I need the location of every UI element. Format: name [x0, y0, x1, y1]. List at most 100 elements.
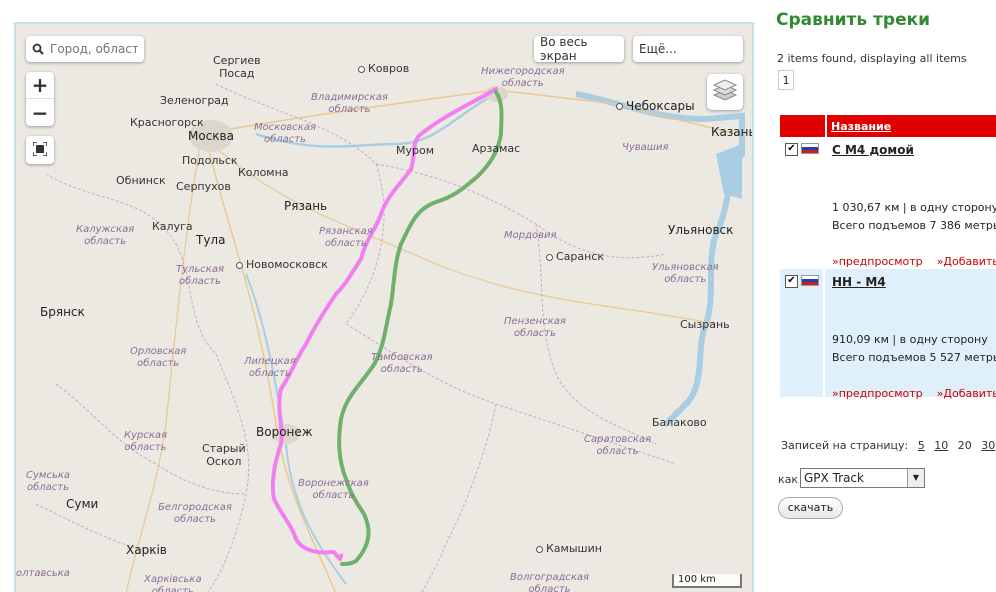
label-sumy-region: Сумська область — [26, 470, 71, 493]
label-saransk: Саранск — [546, 250, 604, 263]
label-kursk-region: Курская область — [124, 430, 168, 453]
label-moscow-region: Московская область — [254, 122, 316, 145]
label-vladimir-region: Владимирская область — [311, 92, 388, 115]
table-row: ✔ НН - М4 910,09 км | в одну сторону Все… — [780, 269, 996, 401]
zoom-in-button[interactable]: + — [26, 72, 54, 99]
track-links: »предпросмотр »Добавить — [832, 255, 996, 268]
label-penza-region: Пензенская область — [504, 316, 566, 339]
label-balakovo: Балаково — [652, 416, 707, 429]
map-view[interactable]: Сергиев Посад Ковров Нижегородская облас… — [14, 22, 754, 592]
per-page-option-30[interactable]: 30 — [981, 439, 995, 452]
per-page-option-20[interactable]: 20 — [958, 439, 972, 452]
region-borders — [35, 83, 677, 592]
items-found-text: 2 items found, displaying all items — [777, 52, 967, 65]
preview-link[interactable]: »предпросмотр — [832, 387, 923, 400]
track-name-link[interactable]: С М4 домой — [832, 143, 914, 157]
label-stary-oskol: Старый Оскол — [202, 442, 246, 468]
label-tambov-region: Тамбовская область — [371, 352, 433, 375]
more-label: Ещё... — [639, 42, 677, 56]
track-distance: 1 030,67 км | в одну сторону — [832, 201, 996, 214]
chevron-down-icon: ▼ — [907, 469, 924, 487]
layers-button[interactable] — [707, 74, 743, 110]
track-climb: Всего подъемов 5 527 метры — [832, 351, 996, 364]
per-page-selector: Записей на страницу: 5 10 20 30 40 — [781, 439, 996, 452]
label-novomoskovsk: Новомосковск — [236, 258, 328, 271]
page-number-button[interactable]: 1 — [778, 70, 794, 90]
label-kazan: Казань — [711, 125, 754, 139]
label-kharkiv: Харків — [126, 543, 167, 557]
track-links: »предпросмотр »Добавить — [832, 387, 996, 400]
label-kharkiv-region: Харківська область — [144, 574, 202, 592]
tracks-table: Название ✔ С М4 домой 1 030,67 км | в од… — [780, 115, 996, 401]
label-kaluga-region: Калужская область — [76, 224, 135, 247]
map-search[interactable] — [26, 36, 144, 62]
label-podolsk: Подольск — [182, 154, 238, 167]
column-name-sort-link[interactable]: Название — [831, 120, 891, 133]
label-ryazan: Рязань — [284, 199, 328, 213]
label-kovrov: Ковров — [358, 62, 409, 75]
label-belgorod-region: Белгородская область — [158, 502, 232, 525]
fullscreen-button[interactable]: Во весь экран — [534, 35, 624, 63]
table-row: ✔ С М4 домой 1 030,67 км | в одну сторон… — [780, 137, 996, 269]
russia-flag-icon — [801, 143, 819, 154]
per-page-option-5[interactable]: 5 — [918, 439, 925, 452]
zoom-control: + − — [26, 72, 54, 126]
layers-icon — [712, 78, 738, 106]
label-saratov-region: Саратовская область — [584, 434, 652, 457]
per-page-option-10[interactable]: 10 — [934, 439, 948, 452]
add-link[interactable]: »Добавить — [937, 387, 996, 400]
label-cheboksary: Чебоксары — [616, 100, 695, 113]
label-poltava-region: олтавська — [16, 568, 70, 579]
map-search-input[interactable] — [48, 41, 140, 57]
format-selected-value: GPX Track — [804, 471, 864, 485]
scale-label: 100 km — [678, 574, 716, 585]
fullscreen-label: Во весь экран — [540, 35, 588, 63]
label-moscow: Москва — [188, 129, 234, 143]
label-voronezh-region: Воронежская область — [298, 478, 369, 501]
label-murom: Муром — [396, 144, 435, 157]
preview-link[interactable]: »предпросмотр — [832, 255, 923, 268]
label-bryansk: Брянск — [40, 305, 85, 319]
label-nizhny-region: Нижегородская область — [481, 66, 565, 89]
russia-flag-icon — [801, 275, 819, 286]
track-distance: 910,09 км | в одну сторону — [832, 333, 988, 346]
label-ulyanovsk: Ульяновск — [668, 223, 734, 237]
track-checkbox[interactable]: ✔ — [785, 143, 798, 156]
label-lipetsk-region: Липецкая область — [244, 356, 296, 379]
page-title: Сравнить треки — [776, 10, 931, 30]
label-chuvashia: Чувашия — [622, 142, 669, 153]
label-sergiev-posad: Сергиев Посад — [213, 54, 261, 80]
label-arzamas: Арзамас — [472, 142, 521, 155]
fit-bounds-button[interactable] — [26, 136, 54, 164]
label-volgograd-region: Волгоградская область — [510, 572, 590, 592]
label-orel-region: Орловская область — [130, 346, 187, 369]
label-mordovia: Мордовия — [504, 230, 557, 241]
label-kamyshin: Камышин — [536, 542, 602, 555]
label-tula: Тула — [196, 233, 226, 247]
zoom-out-button[interactable]: − — [26, 99, 54, 126]
more-button[interactable]: Ещё... — [633, 36, 743, 62]
track-checkbox[interactable]: ✔ — [785, 275, 798, 288]
format-label: как — [778, 473, 799, 486]
label-syzran: Сызрань — [680, 318, 730, 331]
fit-bounds-icon — [32, 140, 48, 160]
label-zelenograd: Зеленоград — [160, 94, 229, 107]
label-tula-region: Тульская область — [176, 264, 224, 287]
label-kolomna: Коломна — [238, 166, 289, 179]
label-kaluga: Калуга — [152, 220, 193, 233]
label-serpukhov: Серпухов — [176, 180, 231, 193]
map-scale: 100 km — [672, 574, 742, 588]
per-page-label: Записей на страницу: — [781, 439, 909, 452]
label-sumy: Суми — [66, 497, 99, 511]
label-ulyanovsk-region: Ульяновская область — [652, 262, 719, 285]
track-climb: Всего подъемов 7 386 метры — [832, 219, 996, 232]
label-ryazan-region: Рязанская область — [319, 226, 373, 249]
track-name-link[interactable]: НН - М4 — [832, 275, 886, 289]
table-header: Название — [780, 115, 996, 137]
download-button[interactable]: скачать — [778, 497, 843, 519]
label-voronezh: Воронеж — [256, 425, 313, 439]
label-krasnogorsk: Красногорск — [130, 116, 204, 129]
format-select[interactable]: GPX Track ▼ — [800, 468, 925, 488]
add-link[interactable]: »Добавить — [937, 255, 996, 268]
search-icon — [32, 40, 44, 59]
